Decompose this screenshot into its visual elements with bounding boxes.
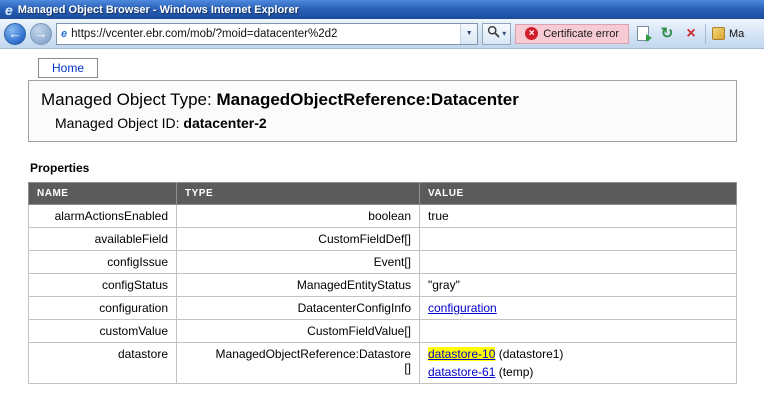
prop-value	[420, 320, 737, 343]
prop-name: configuration	[29, 297, 177, 320]
home-tab[interactable]: Home	[38, 58, 98, 78]
prop-name: customValue	[29, 320, 177, 343]
prop-name: datastore	[29, 343, 177, 384]
properties-title: Properties	[30, 161, 764, 175]
prop-type-line1: ManagedObjectReference:Datastore	[185, 347, 411, 361]
column-header-name: NAME	[29, 183, 177, 205]
prop-value	[420, 228, 737, 251]
object-header: Managed Object Type: ManagedObjectRefere…	[28, 80, 737, 142]
id-label: Managed Object ID:	[55, 115, 180, 131]
address-bar[interactable]: e https://vcenter.ebr.com/mob/?moid=data…	[56, 23, 478, 45]
ie-window: e Managed Object Browser - Windows Inter…	[0, 0, 764, 404]
prop-type: boolean	[177, 205, 420, 228]
table-row: datastore ManagedObjectReference:Datasto…	[29, 343, 737, 384]
prop-value: configuration	[420, 297, 737, 320]
table-header-row: NAME TYPE VALUE	[29, 183, 737, 205]
forward-button[interactable]: →	[30, 23, 52, 45]
browser-tab[interactable]: Ma	[710, 27, 760, 40]
tab-title: Ma	[729, 28, 744, 40]
managed-object-type-line: Managed Object Type: ManagedObjectRefere…	[41, 90, 724, 110]
stop-icon: ×	[686, 26, 695, 42]
prop-type: ManagedEntityStatus	[177, 274, 420, 297]
page-content: Home Managed Object Type: ManagedObjectR…	[0, 49, 764, 384]
prop-value: "gray"	[420, 274, 737, 297]
table-row: configIssue Event[]	[29, 251, 737, 274]
type-value: ManagedObjectReference:Datacenter	[216, 90, 518, 109]
prop-name: alarmActionsEnabled	[29, 205, 177, 228]
id-value: datacenter-2	[183, 115, 266, 131]
datastore-value-line: datastore-10 (datastore1)	[428, 347, 728, 361]
certificate-error-badge[interactable]: × Certificate error	[515, 24, 629, 44]
type-label: Managed Object Type:	[41, 90, 212, 109]
prop-value: datastore-10 (datastore1) datastore-61 (…	[420, 343, 737, 384]
datastore-value-line: datastore-61 (temp)	[428, 365, 728, 379]
search-dropdown-arrow-icon[interactable]: ▾	[502, 29, 506, 38]
column-header-type: TYPE	[177, 183, 420, 205]
properties-table: NAME TYPE VALUE alarmActionsEnabled bool…	[28, 182, 737, 384]
back-button[interactable]: ←	[4, 23, 26, 45]
prop-value: true	[420, 205, 737, 228]
certificate-error-label: Certificate error	[543, 28, 619, 40]
navigation-bar: ← → e https://vcenter.ebr.com/mob/?moid=…	[0, 19, 764, 49]
window-title: Managed Object Browser - Windows Interne…	[18, 4, 299, 16]
prop-type: CustomFieldValue[]	[177, 320, 420, 343]
refresh-button[interactable]: ↻	[657, 24, 677, 44]
prop-name: availableField	[29, 228, 177, 251]
search-icon	[487, 25, 500, 43]
configuration-link[interactable]: configuration	[428, 301, 497, 315]
home-link[interactable]: Home	[52, 61, 84, 75]
datastore-61-link[interactable]: datastore-61	[428, 365, 495, 379]
stop-button[interactable]: ×	[681, 24, 701, 44]
table-row: customValue CustomFieldValue[]	[29, 320, 737, 343]
page-favicon-icon: e	[61, 28, 67, 40]
column-header-value: VALUE	[420, 183, 737, 205]
search-highlight: datastore-10	[428, 347, 495, 361]
prop-type: Event[]	[177, 251, 420, 274]
back-arrow-icon: ←	[9, 27, 22, 40]
datastore-10-suffix: (datastore1)	[495, 347, 563, 361]
certificate-error-icon: ×	[525, 27, 538, 40]
prop-type-line2: []	[185, 361, 411, 375]
prop-type: ManagedObjectReference:Datastore []	[177, 343, 420, 384]
managed-object-id-line: Managed Object ID: datacenter-2	[55, 115, 724, 131]
page-icon	[637, 26, 649, 41]
ie-logo-icon: e	[5, 3, 13, 17]
table-row: configuration DatacenterConfigInfo confi…	[29, 297, 737, 320]
titlebar: e Managed Object Browser - Windows Inter…	[0, 0, 764, 19]
prop-type: CustomFieldDef[]	[177, 228, 420, 251]
prop-type: DatacenterConfigInfo	[177, 297, 420, 320]
datastore-61-suffix: (temp)	[495, 365, 533, 379]
url-text[interactable]: https://vcenter.ebr.com/mob/?moid=datace…	[71, 28, 456, 40]
table-row: configStatus ManagedEntityStatus "gray"	[29, 274, 737, 297]
search-button[interactable]: ▾	[482, 23, 511, 45]
prop-name: configIssue	[29, 251, 177, 274]
prop-name: configStatus	[29, 274, 177, 297]
table-row: alarmActionsEnabled boolean true	[29, 205, 737, 228]
datastore-10-link[interactable]: datastore-10	[428, 347, 495, 361]
table-row: availableField CustomFieldDef[]	[29, 228, 737, 251]
toolbar-separator	[705, 24, 706, 44]
prop-value	[420, 251, 737, 274]
refresh-icon: ↻	[661, 26, 674, 41]
address-dropdown-arrow-icon[interactable]: ▼	[460, 24, 477, 44]
forward-arrow-icon: →	[35, 27, 48, 40]
compatibility-view-button[interactable]	[633, 24, 653, 44]
tab-favicon-icon	[712, 27, 725, 40]
